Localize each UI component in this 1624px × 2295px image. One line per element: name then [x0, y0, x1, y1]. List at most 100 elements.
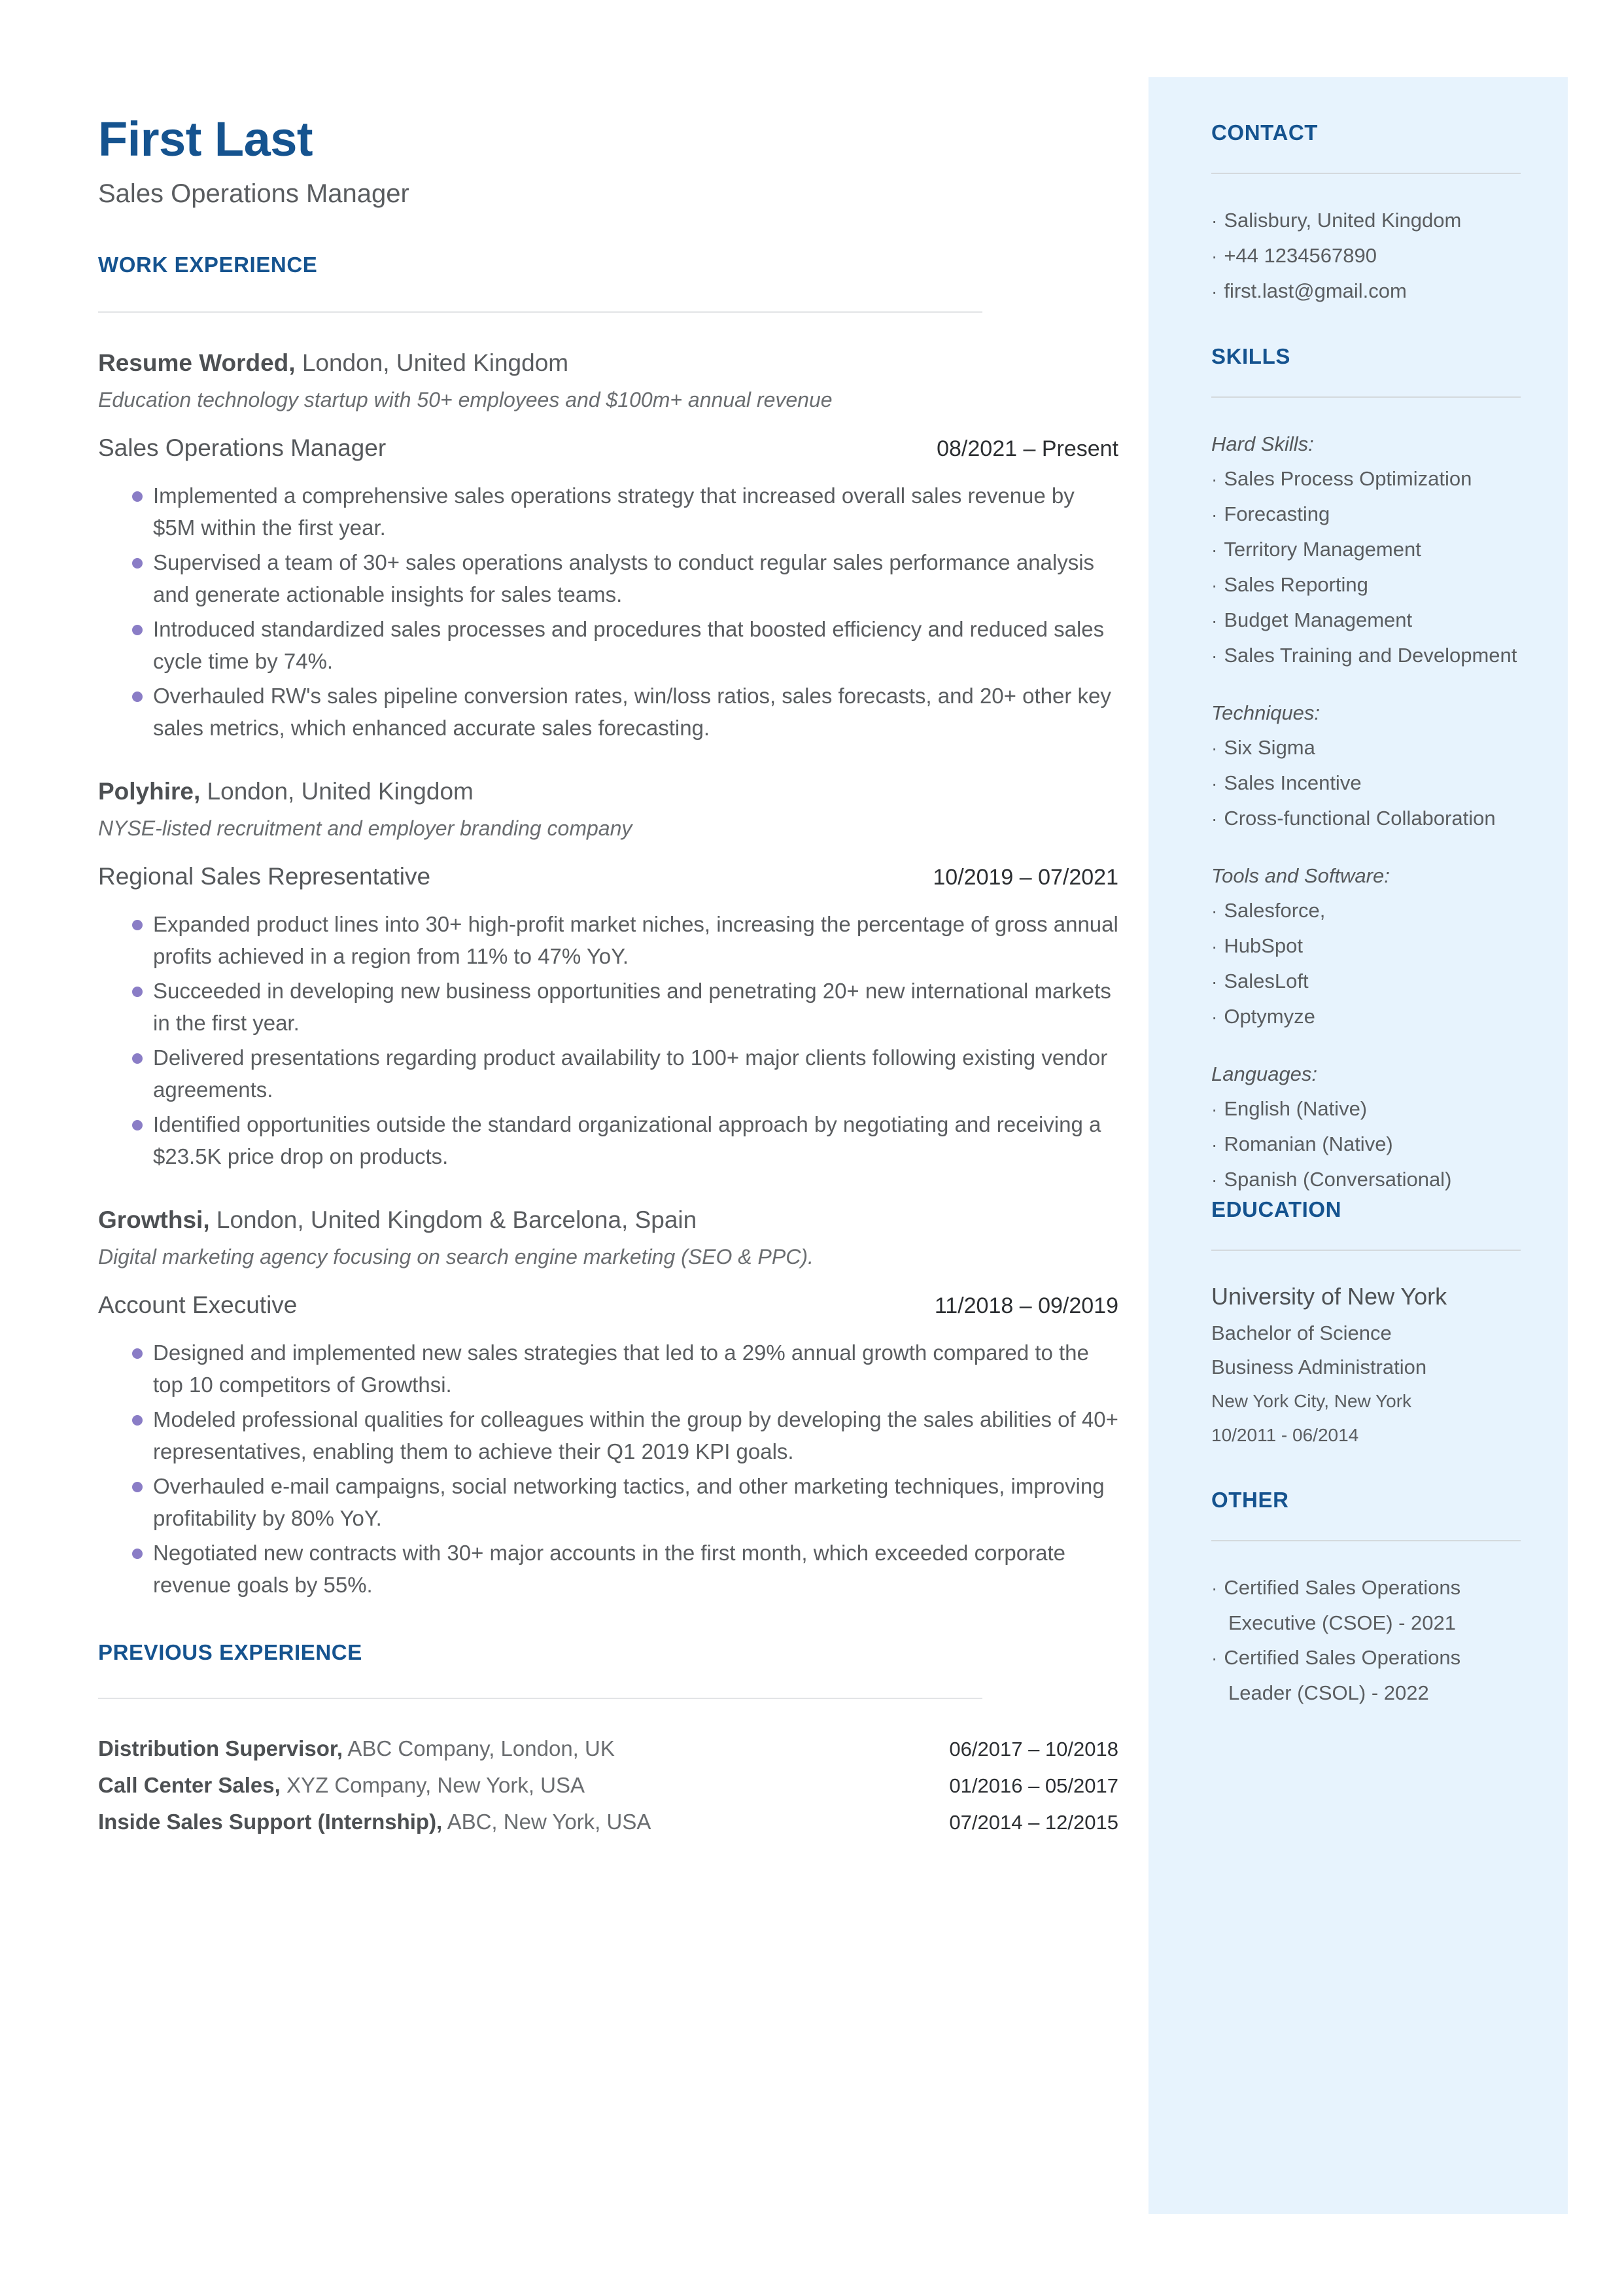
skill-item: · Salesforce, [1211, 893, 1521, 928]
bullet-dot-icon: · [1211, 211, 1218, 231]
job-tagline: NYSE-listed recruitment and employer bra… [98, 816, 632, 840]
language-item-label: Romanian (Native) [1224, 1132, 1393, 1155]
bullet-dot-icon: · [1211, 1648, 1218, 1668]
previous-experience-text: Distribution Supervisor, ABC Company, Lo… [98, 1730, 615, 1766]
skill-item-label: Sales Process Optimization [1224, 467, 1472, 490]
job-bullet: Expanded product lines into 30+ high-pro… [98, 908, 1118, 972]
previous-experience-text: Inside Sales Support (Internship), ABC, … [98, 1804, 651, 1840]
education-location: New York City, New York [1211, 1391, 1412, 1411]
skill-item: · Cross-functional Collaboration [1211, 801, 1521, 836]
skill-item-label: Optymyze [1224, 1005, 1315, 1028]
contact-item: · +44 1234567890 [1211, 238, 1521, 273]
previous-experience-title: Call Center Sales, [98, 1773, 281, 1797]
skill-item-label: Budget Management [1224, 608, 1413, 631]
bullet-dot-icon: · [1211, 1170, 1218, 1190]
previous-experience-detail: XYZ Company, New York, USA [280, 1773, 585, 1797]
skill-item: · Optymyze [1211, 999, 1521, 1034]
skill-item-label: Six Sigma [1224, 736, 1315, 759]
job-bullet: Modeled professional qualities for colle… [98, 1403, 1118, 1467]
education-dates: 10/2011 - 06/2014 [1211, 1425, 1359, 1445]
candidate-role: Sales Operations Manager [98, 179, 409, 208]
previous-experience-detail: ABC, New York, USA [442, 1810, 651, 1834]
main-column: First Last Sales Operations Manager WORK… [98, 111, 1118, 1840]
previous-experience-heading: PREVIOUS EXPERIENCE [98, 1640, 362, 1664]
contact-divider [1211, 173, 1521, 174]
previous-experience-dates: 01/2016 – 05/2017 [949, 1774, 1118, 1797]
skill-item: · Sales Training and Development [1211, 638, 1521, 673]
job-title-row: Regional Sales Representative 10/2019 – … [98, 859, 1118, 895]
previous-experience-detail: ABC Company, London, UK [343, 1736, 615, 1761]
bullet-dot-icon: · [1211, 809, 1218, 829]
language-item: · Romanian (Native) [1211, 1127, 1521, 1162]
previous-experience-title: Inside Sales Support (Internship), [98, 1810, 443, 1834]
other-section: OTHER · Certified Sales Operations Execut… [1211, 1488, 1521, 1710]
skill-item-label: Sales Incentive [1224, 771, 1362, 794]
contact-item-label: Salisbury, United Kingdom [1224, 209, 1462, 232]
job-bullet: Succeeded in developing new business opp… [98, 975, 1118, 1039]
job-company-location: London, United Kingdom [200, 778, 474, 805]
job-company: Growthsi, London, United Kingdom & Barce… [98, 1202, 1118, 1238]
bullet-dot-icon: · [1211, 246, 1218, 266]
skills-group-techniques: Techniques: · Six Sigma · Sales Incentive … [1211, 695, 1521, 836]
skill-item-label: Salesforce, [1224, 899, 1326, 922]
education-school: University of New York [1211, 1283, 1447, 1310]
skills-group-tools: Tools and Software: · Salesforce, · HubSpo… [1211, 858, 1521, 1034]
skill-item-label: Cross-functional Collaboration [1224, 807, 1496, 830]
bullet-dot-icon: · [1211, 972, 1218, 992]
job-tagline: Education technology startup with 50+ em… [98, 388, 833, 412]
job-bullet: Overhauled e-mail campaigns, social netw… [98, 1470, 1118, 1534]
bullet-dot-icon: · [1211, 1007, 1218, 1027]
skill-item-label: HubSpot [1224, 934, 1303, 957]
certification-label: Certified Sales Operations Executive (CS… [1224, 1576, 1461, 1634]
skill-item: · Sales Reporting [1211, 567, 1521, 603]
bullet-dot-icon: · [1211, 1578, 1218, 1598]
skill-item-label: SalesLoft [1224, 970, 1309, 992]
education-field: Business Administration [1211, 1356, 1427, 1378]
education-degree: Bachelor of Science [1211, 1322, 1392, 1344]
job-entry: Growthsi, London, United Kingdom & Barce… [98, 1202, 1118, 1601]
previous-experience-row: Distribution Supervisor, ABC Company, Lo… [98, 1730, 1118, 1767]
job-company: Resume Worded, London, United Kingdom [98, 345, 1118, 381]
resume-page: CONTACT · Salisbury, United Kingdom · +44 … [0, 0, 1624, 2295]
bullet-dot-icon: · [1211, 469, 1218, 489]
job-title: Regional Sales Representative [98, 863, 431, 890]
skill-item: · SalesLoft [1211, 964, 1521, 999]
job-bullet: Introduced standardized sales processes … [98, 613, 1118, 677]
bullet-dot-icon: · [1211, 773, 1218, 794]
education-entry: University of New York Bachelor of Scien… [1211, 1280, 1521, 1452]
contact-item: · Salisbury, United Kingdom [1211, 203, 1521, 238]
skills-group-languages: Languages: · English (Native) · Romanian (… [1211, 1057, 1521, 1197]
skills-group-label: Techniques: [1211, 701, 1321, 724]
skills-heading: SKILLS [1211, 344, 1290, 368]
skill-item-label: Forecasting [1224, 502, 1330, 525]
language-item: · Spanish (Conversational) [1211, 1162, 1521, 1197]
certification-label: Certified Sales Operations Leader (CSOL)… [1224, 1646, 1461, 1704]
job-title: Sales Operations Manager [98, 434, 387, 461]
job-bullet: Designed and implemented new sales strat… [98, 1337, 1118, 1401]
contact-item-label: +44 1234567890 [1224, 244, 1377, 267]
job-title-row: Sales Operations Manager 08/2021 – Prese… [98, 430, 1118, 466]
previous-experience-row: Inside Sales Support (Internship), ABC, … [98, 1804, 1118, 1840]
job-company-location: London, United Kingdom & Barcelona, Spai… [209, 1206, 697, 1233]
skills-group-label: Languages: [1211, 1062, 1318, 1085]
job-entry: Polyhire, London, United Kingdom NYSE-li… [98, 774, 1118, 1172]
previous-experience-divider [98, 1698, 982, 1699]
skills-divider [1211, 396, 1521, 398]
bullet-dot-icon: · [1211, 738, 1218, 758]
bullet-dot-icon: · [1211, 610, 1218, 631]
skill-item: · Budget Management [1211, 603, 1521, 638]
education-divider [1211, 1250, 1521, 1251]
job-company-name: Growthsi, [98, 1206, 210, 1233]
job-bullet-list: Designed and implemented new sales strat… [98, 1337, 1118, 1601]
skill-item-label: Territory Management [1224, 538, 1421, 561]
bullet-dot-icon: · [1211, 504, 1218, 525]
job-bullet-list: Expanded product lines into 30+ high-pro… [98, 908, 1118, 1172]
other-heading: OTHER [1211, 1488, 1289, 1512]
job-entry: Resume Worded, London, United Kingdom Ed… [98, 345, 1118, 744]
job-company-name: Resume Worded, [98, 349, 296, 376]
skill-item: · HubSpot [1211, 928, 1521, 964]
job-bullet: Identified opportunities outside the sta… [98, 1108, 1118, 1172]
job-bullet: Overhauled RW's sales pipeline conversio… [98, 680, 1118, 744]
